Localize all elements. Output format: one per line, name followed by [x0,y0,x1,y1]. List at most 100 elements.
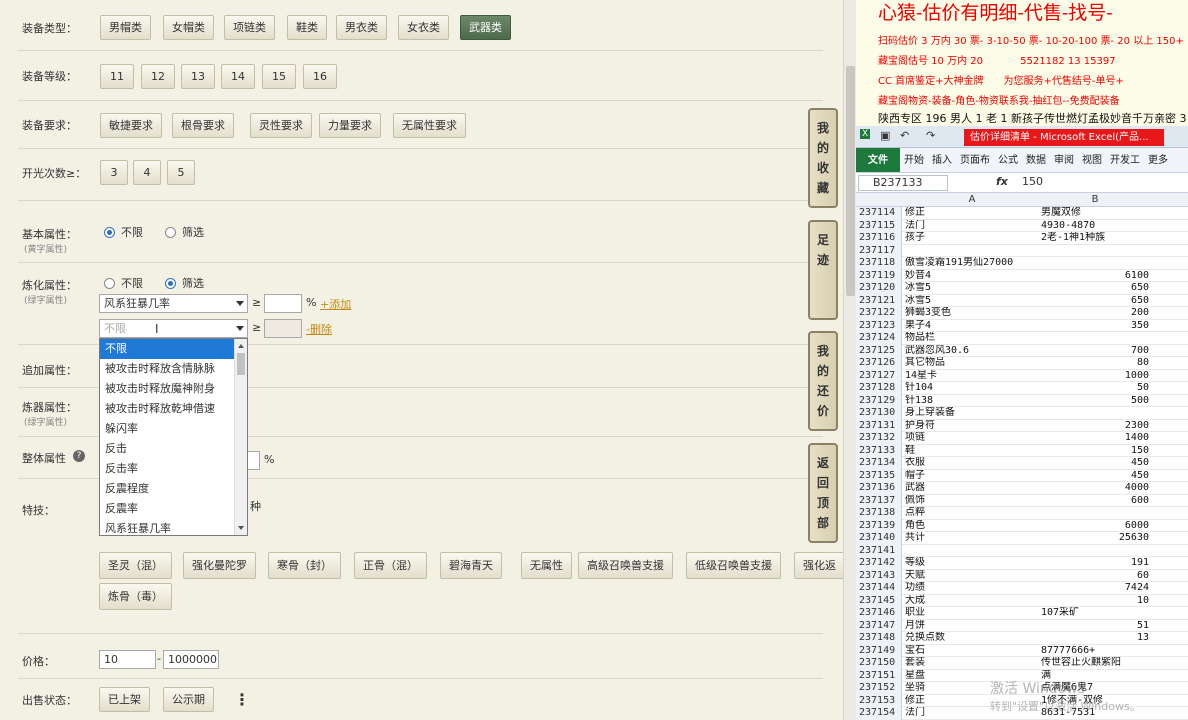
basic-unlimited-radio[interactable]: 不限 [104,224,143,240]
equip-req-button[interactable]: 无属性要求 [393,113,466,138]
equip-level-button[interactable]: 15 [262,64,296,89]
ribbon-tab[interactable]: 开发工 [1106,148,1144,172]
row-number[interactable]: 237143 [856,569,902,582]
sheet-row[interactable]: 237146 职业 107采矿 [856,607,1188,620]
ribbon-tab[interactable]: 审阅 [1050,148,1078,172]
row-number[interactable]: 237125 [856,344,902,357]
cell-b[interactable]: 650 [1041,282,1149,295]
row-number[interactable]: 237126 [856,357,902,370]
cell-a[interactable]: 功绩 [905,582,1039,595]
ribbon-tab[interactable]: 公式 [994,148,1022,172]
sheet-row[interactable]: 237136 武器 4000 [856,482,1188,495]
equip-level-button[interactable]: 16 [303,64,337,89]
ribbon-tab[interactable]: 数据 [1022,148,1050,172]
redo-icon[interactable]: ↷ [926,129,935,142]
cell-b[interactable]: 700 [1041,345,1149,358]
row-number[interactable]: 237151 [856,669,902,682]
sheet-row[interactable]: 237124 物品栏 [856,332,1188,345]
equip-type-button[interactable]: 武器类 [460,15,511,40]
my-counteroffer-tab[interactable]: 我的还价 [808,331,838,431]
row-number[interactable]: 237153 [856,694,902,707]
my-favorites-tab[interactable]: 我的收藏 [808,108,838,208]
sheet-row[interactable]: 237120 冰雪5 650 [856,282,1188,295]
row-number[interactable]: 237154 [856,707,902,720]
equip-req-button[interactable]: 灵性要求 [250,113,312,138]
row-number[interactable]: 237116 [856,232,902,245]
row-number[interactable]: 237139 [856,519,902,532]
sheet-row[interactable]: 237142 等级 191 [856,557,1188,570]
column-header-b[interactable]: B [1041,193,1149,207]
row-number[interactable]: 237115 [856,219,902,232]
cell-a[interactable]: 共计 [905,532,1039,545]
dropdown-option[interactable]: 躲闪率 [100,419,234,439]
equip-level-button[interactable]: 11 [100,64,134,89]
sheet-row[interactable]: 237126 其它物品 80 [856,357,1188,370]
dropdown-option[interactable]: 不限 [100,339,234,359]
refine-value-input-1[interactable] [264,294,302,313]
ribbon-tab[interactable]: 开始 [900,148,928,172]
cell-a[interactable]: 佩饰 [905,495,1039,508]
cell-b[interactable]: 450 [1041,470,1149,483]
cell-b[interactable]: 80 [1041,357,1149,370]
sheet-row[interactable]: 237137 佩饰 600 [856,494,1188,508]
dropdown-option[interactable]: 反击 [100,439,234,459]
row-number[interactable]: 237129 [856,394,902,407]
price-min-input[interactable]: 10 [99,650,156,669]
open-count-button[interactable]: 4 [133,160,161,185]
skill-option-button[interactable]: 无属性 [521,552,572,579]
sheet-row[interactable]: 237131 护身符 2300 [856,419,1188,433]
dropdown-option[interactable]: 反震率 [100,499,234,519]
footprint-tab[interactable]: 足迹 [808,220,838,320]
equip-type-button[interactable]: 女帽类 [163,15,214,40]
cell-b[interactable]: 传世容止火麒紫阳 [1041,657,1149,670]
cell-a[interactable]: 果子4 [905,320,1039,333]
more-icon[interactable]: ⋮ [234,690,250,709]
row-number[interactable]: 237130 [856,407,902,420]
help-icon[interactable]: ? [73,450,85,462]
basic-filter-radio[interactable]: 筛选 [165,224,204,240]
sheet-row[interactable]: 237134 衣服 450 [856,457,1188,470]
open-count-button[interactable]: 3 [100,160,128,185]
skill-option-button[interactable]: 低级召唤兽支援 [686,552,781,579]
row-number[interactable]: 237149 [856,644,902,657]
row-number[interactable]: 237146 [856,607,902,620]
row-number[interactable]: 237140 [856,532,902,545]
cell-a[interactable]: 针104 [905,382,1039,395]
cell-a[interactable]: 孩子 [905,232,1039,245]
row-number[interactable]: 237121 [856,294,902,307]
cell-b[interactable]: 150 [1041,445,1149,458]
sheet-row[interactable]: 237117 [856,244,1188,257]
equip-req-button[interactable]: 根骨要求 [172,113,234,138]
skill-option-button[interactable]: 强化返 [794,552,843,579]
back-to-top-tab[interactable]: 返回顶部 [808,443,838,543]
dropdown-option[interactable]: 风系狂暴几率 [100,519,234,535]
row-number[interactable]: 237123 [856,319,902,332]
row-number[interactable]: 237134 [856,457,902,470]
sheet-row[interactable]: 237145 大成 10 [856,594,1188,607]
cell-b[interactable]: 4930-4870 [1041,220,1149,233]
row-number[interactable]: 237138 [856,507,902,520]
cell-a[interactable]: 护身符 [905,420,1039,433]
sheet-row[interactable]: 237144 功绩 7424 [856,582,1188,595]
sheet-row[interactable]: 237123 果子4 350 [856,319,1188,333]
sheet-row[interactable]: 237133 鞋 150 [856,444,1188,458]
cell-a[interactable]: 武器 [905,482,1039,495]
dropdown-option[interactable]: 被攻击时释放魔神附身 [100,379,234,399]
open-count-button[interactable]: 5 [167,160,195,185]
sheet-row[interactable]: 237129 针138 500 [856,394,1188,407]
skill-option-button[interactable]: 正骨（混） [354,552,427,579]
cell-b[interactable]: 650 [1041,295,1149,308]
row-number[interactable]: 237117 [856,244,902,257]
sale-status-public-button[interactable]: 公示期 [163,687,214,712]
row-number[interactable]: 237137 [856,494,902,507]
sheet-row[interactable]: 237139 角色 6000 [856,519,1188,533]
row-number[interactable]: 237127 [856,369,902,382]
equip-level-button[interactable]: 14 [221,64,255,89]
cell-a[interactable]: 修正 [905,207,1039,220]
equip-req-button[interactable]: 力量要求 [319,113,381,138]
ribbon-tab[interactable]: 页面布 [956,148,994,172]
cell-b[interactable]: 13 [1041,632,1149,645]
cell-b[interactable]: 2300 [1041,420,1149,433]
dropdown-option[interactable]: 被攻击时释放乾坤借速 [100,399,234,419]
cell-a[interactable]: 角色 [905,520,1039,533]
